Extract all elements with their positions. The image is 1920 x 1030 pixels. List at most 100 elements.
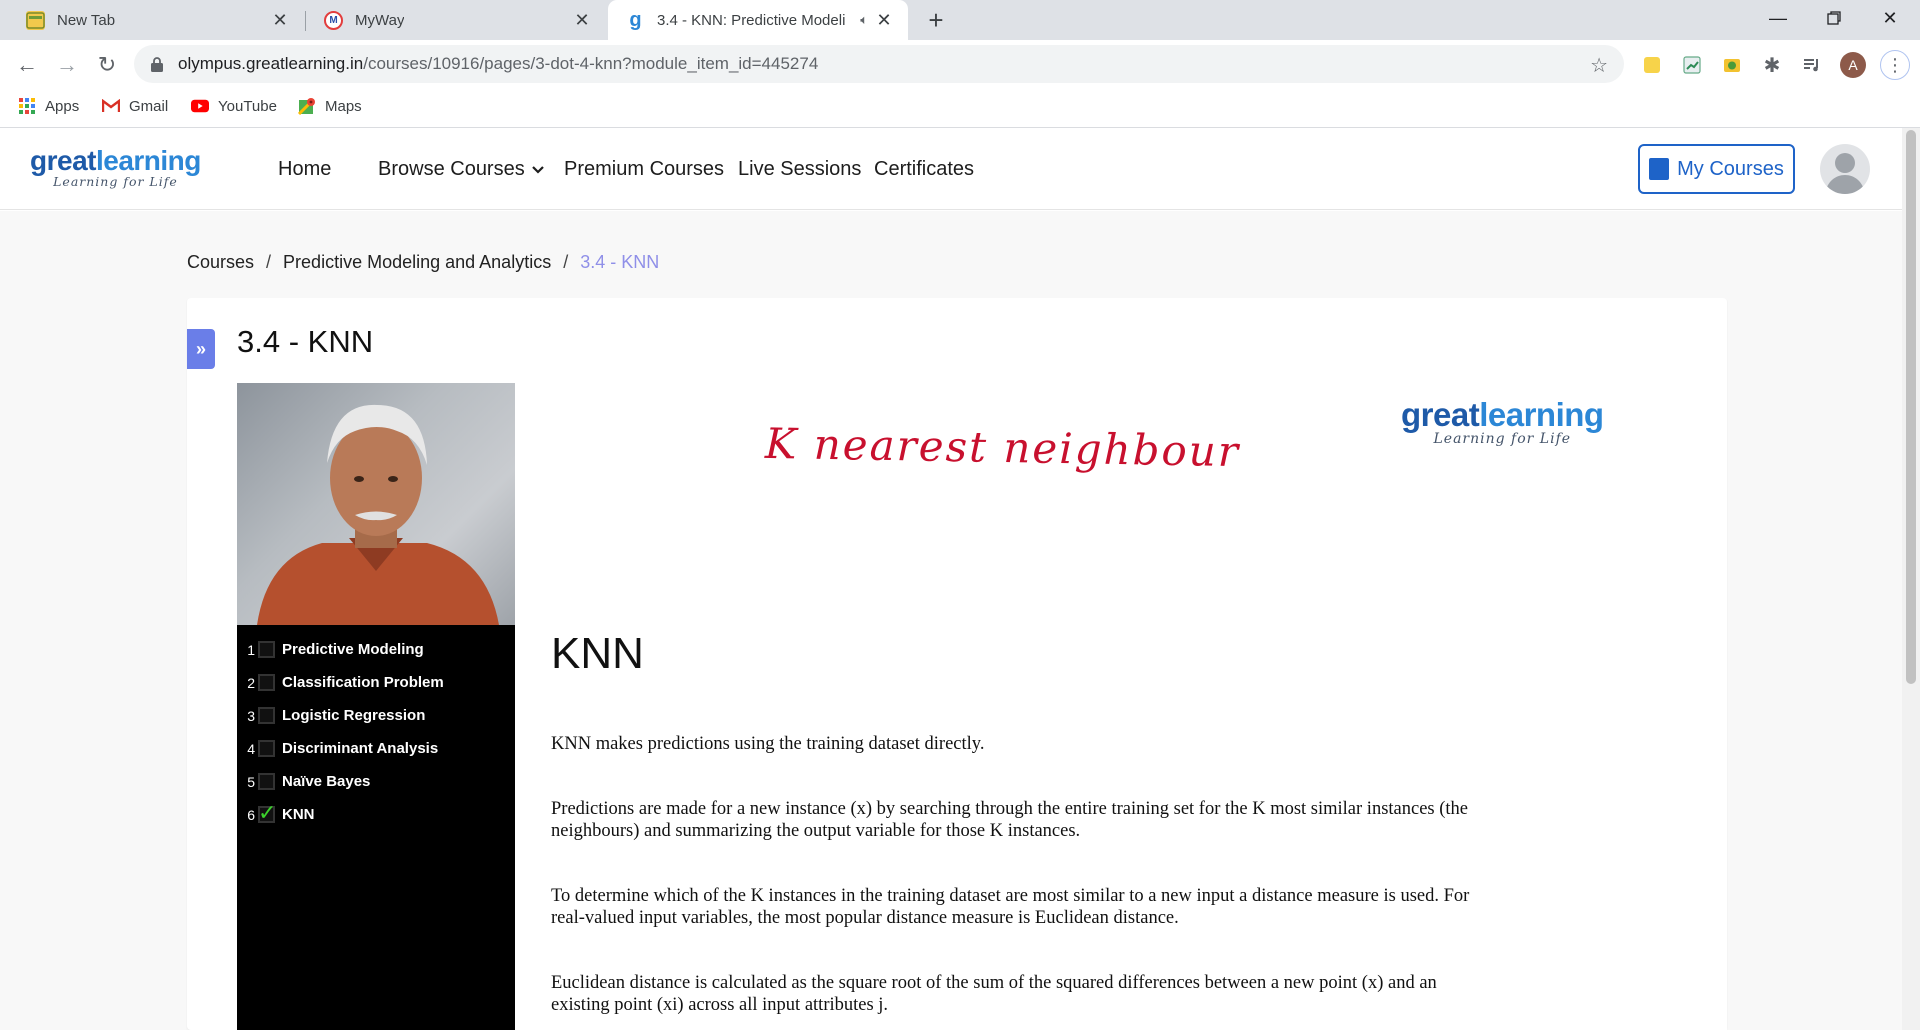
bookmark-apps[interactable]: Apps [18,97,79,115]
breadcrumb-courses[interactable]: Courses [187,252,254,272]
extensions-puzzle-icon[interactable]: ✱ [1760,53,1784,77]
slide-paragraph-1: KNN makes predictions using the training… [551,734,985,754]
address-bar[interactable]: olympus.greatlearning.in/courses/10916/p… [134,45,1624,83]
nav-live-sessions[interactable]: Live Sessions [738,158,861,181]
breadcrumb: Courses / Predictive Modeling and Analytic… [187,252,659,273]
logo-tagline: Learning for Life [53,174,178,189]
sheets-extension-icon[interactable] [1680,53,1704,77]
breadcrumb-separator: / [563,252,569,272]
toc-label: Discriminant Analysis [282,740,439,757]
tab-knn-active[interactable]: g 3.4 - KNN: Predictive Modeli 🔈︎ ✕ [608,0,908,40]
checkbox-icon [258,707,275,724]
greatlearning-favicon-icon: g [629,8,642,31]
my-courses-label: My Courses [1677,157,1784,180]
lock-icon [150,56,164,72]
book-icon [1649,158,1670,180]
tab-title: 3.4 - KNN: Predictive Modeli [657,11,846,29]
nav-certificates[interactable]: Certificates [874,158,974,181]
my-courses-button[interactable]: My Courses [1638,144,1795,194]
toc-item-discriminant-analysis: 4 Discriminant Analysis [237,732,515,765]
checkbox-icon [258,740,275,757]
page-scrollbar[interactable] [1902,128,1920,1030]
toc-number: 5 [247,773,255,790]
toc-item-knn: 6 ✓ KNN [237,798,515,831]
slide-greatlearning-logo: greatlearning Learning for Life [1401,396,1604,447]
slide-logo-word-learning: learning [1479,396,1604,433]
bookmark-maps[interactable]: Maps [298,97,362,115]
forward-icon[interactable]: → [52,50,82,80]
tab-title: MyWay [355,11,405,29]
tab-new-tab[interactable]: New Tab ✕ [8,0,304,40]
checkbox-icon: ✓ [258,800,276,825]
page-title: 3.4 - KNN [237,324,374,359]
browser-menu-icon[interactable]: ⋮ [1880,50,1910,80]
video-player[interactable]: 1 Predictive Modeling 2 Classification Pro… [237,383,1727,1030]
toc-item-logistic-regression: 3 Logistic Regression [237,699,515,732]
toc-label: Predictive Modeling [282,641,424,658]
browser-toolbar: ← → ↻ olympus.greatlearning.in/courses/1… [0,40,1920,88]
chevron-down-icon [531,158,544,181]
breadcrumb-current: 3.4 - KNN [580,252,660,272]
checkbox-icon [258,641,275,658]
expand-sidebar-button[interactable]: » [187,329,215,369]
media-controls-icon[interactable] [1800,53,1824,77]
url-path: /courses/10916/pages/3-dot-4-knn?module_… [363,54,819,73]
toc-item-predictive-modeling: 1 Predictive Modeling [237,633,515,666]
tab-close-icon[interactable]: ✕ [270,10,290,30]
nav-browse-courses-label: Browse Courses [378,158,525,180]
checkbox-icon [258,674,275,691]
gmail-icon [102,97,120,115]
youtube-icon [191,97,209,115]
tab-close-icon[interactable]: ✕ [572,10,592,30]
toc-label: Naïve Bayes [282,773,371,790]
new-tab-button[interactable]: + [922,5,950,35]
tab-close-icon[interactable]: ✕ [874,10,894,30]
notes-extension-icon[interactable] [1640,53,1664,77]
nav-browse-courses[interactable]: Browse Courses [378,158,544,181]
url-host: olympus.greatlearning.in [178,54,364,73]
audio-playing-icon[interactable]: 🔈︎ [860,12,868,28]
toc-label: KNN [282,806,315,823]
toc-item-naive-bayes: 5 Naïve Bayes [237,765,515,798]
greatlearning-logo[interactable]: greatlearning Learning for Life [30,146,201,188]
profile-avatar[interactable]: A [1840,52,1866,78]
maps-icon [298,97,316,115]
myway-favicon-icon: M [324,10,343,30]
slide-heading: KNN [551,629,644,678]
logo-wordmark: greatlearning [30,146,201,176]
slide-logo-word-great: great [1401,396,1480,433]
bookmark-youtube[interactable]: YouTube [191,97,277,115]
browser-tabstrip: New Tab ✕ M MyWay ✕ g 3.4 - KNN: Predict… [0,0,1920,40]
minimize-icon[interactable]: — [1750,0,1806,36]
bookmark-star-icon[interactable]: ☆ [1590,53,1608,78]
tab-title: New Tab [57,11,116,29]
close-window-icon[interactable]: ✕ [1862,0,1918,36]
bookmark-label: Maps [325,97,362,115]
handwritten-annotation: K nearest neighbour [764,418,1241,477]
restore-icon[interactable] [1806,0,1862,36]
breadcrumb-separator: / [266,252,272,272]
logo-word-great: great [30,145,96,176]
download-extension-icon[interactable] [1720,53,1744,77]
user-avatar[interactable] [1820,144,1870,194]
nav-premium-courses[interactable]: Premium Courses [564,158,724,181]
breadcrumb-course[interactable]: Predictive Modeling and Analytics [283,252,551,272]
toc-label: Logistic Regression [282,707,426,724]
toc-number: 1 [247,641,255,658]
back-icon[interactable]: ← [12,50,42,80]
scrollbar-thumb[interactable] [1906,130,1916,684]
bookmark-gmail[interactable]: Gmail [102,97,168,115]
reload-icon[interactable]: ↻ [92,50,122,80]
toc-label: Classification Problem [282,674,444,691]
toc-item-classification-problem: 2 Classification Problem [237,666,515,699]
tab-myway[interactable]: M MyWay ✕ [306,0,606,40]
url-text: olympus.greatlearning.in/courses/10916/p… [178,54,818,74]
bookmark-label: YouTube [218,97,277,115]
lecture-slide: greatlearning Learning for Life K neares… [515,383,1727,1030]
bookmark-label: Gmail [129,97,169,115]
video-toc: 1 Predictive Modeling 2 Classification Pro… [237,633,515,831]
checkbox-icon [258,773,275,790]
bookmarks-bar: Apps Gmail YouTube Maps [0,88,1920,128]
checkmark-icon: ✓ [258,800,277,825]
nav-home[interactable]: Home [278,158,331,181]
